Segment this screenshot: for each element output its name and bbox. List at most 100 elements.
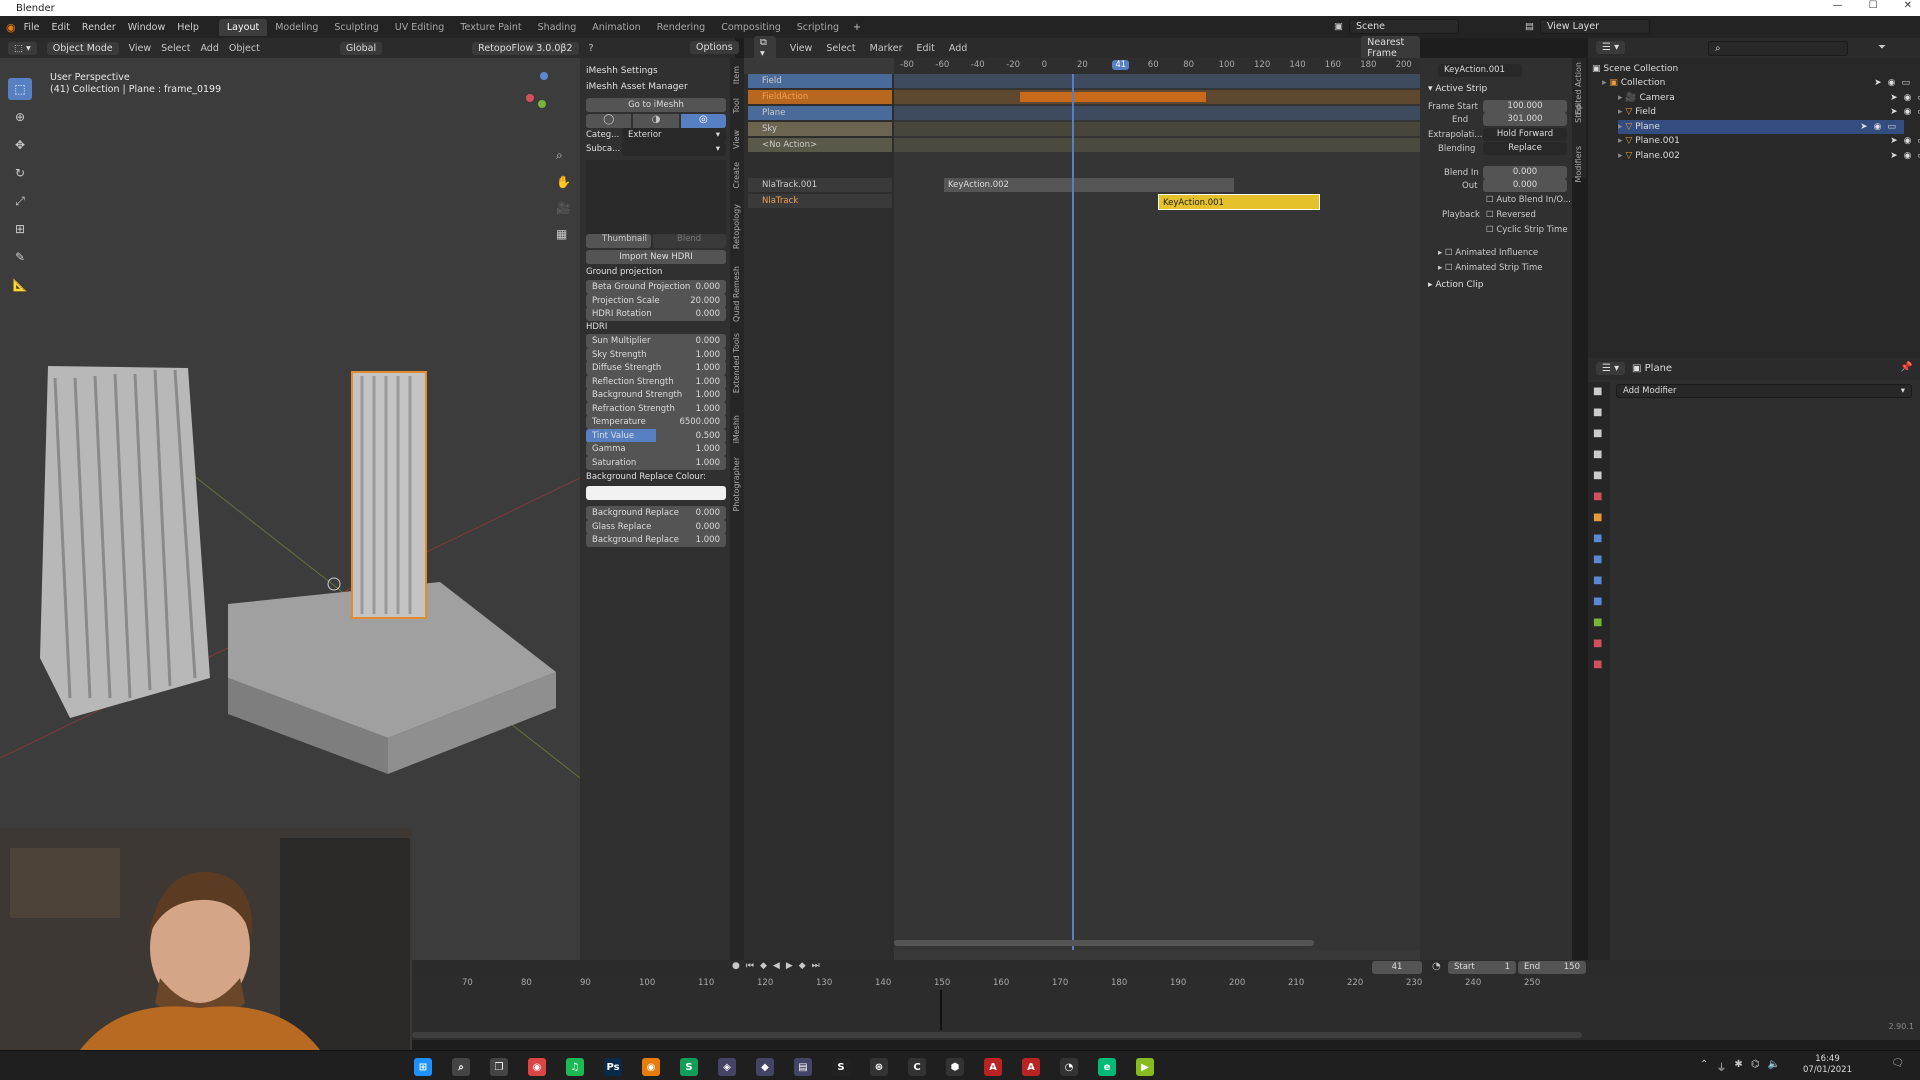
field-background-strength[interactable]: Background Strength 1.000 (586, 388, 726, 402)
thumbnail-tab[interactable]: Thumbnail (586, 234, 651, 248)
workspace-tab-modeling[interactable]: Modeling (267, 19, 326, 36)
nla-sidebar-tab-strip[interactable]: Strip (1574, 104, 1583, 123)
jump-start-icon[interactable]: ⏮ (746, 961, 754, 971)
field-diffuse-strength[interactable]: Diffuse Strength 1.000 (586, 361, 726, 375)
zoom-icon[interactable]: ⌕ (556, 148, 571, 163)
select-arrow-icon[interactable]: ➤ (1890, 136, 1898, 146)
select-box-icon[interactable]: ⬚ (8, 78, 32, 100)
field-background-replace[interactable]: Background Replace 1.000 (586, 533, 726, 547)
nla-menu-view[interactable]: View (790, 43, 813, 54)
goto-imeshh-button[interactable]: Go to iMeshh (586, 98, 726, 112)
maximize-icon[interactable]: ☐ (1869, 0, 1878, 11)
workspace-tab-compositing[interactable]: Compositing (713, 19, 789, 36)
annotate-icon[interactable]: ✎ (8, 246, 32, 268)
select-arrow-icon[interactable]: ➤ (1890, 107, 1898, 117)
outliner-item-plane[interactable]: ▸ ▽ Plane ➤ ◉ ▭ (1618, 119, 1904, 134)
render-icon[interactable]: ■ (1593, 407, 1602, 418)
field-reflection-strength[interactable]: Reflection Strength 1.000 (586, 374, 726, 389)
sidebar-tab-view[interactable]: View (732, 130, 741, 149)
measure-icon[interactable]: 📐 (8, 274, 32, 296)
tray-bluetooth-icon[interactable]: ✱ (1734, 1059, 1742, 1074)
clock-icon[interactable]: ◔ (1432, 961, 1441, 972)
field-gamma[interactable]: Gamma 1.000 (586, 442, 726, 456)
current-frame-field[interactable]: 41 (1372, 961, 1422, 974)
nla-track-nlatrack-001[interactable]: NlaTrack.001 (748, 178, 892, 192)
nla-frame-ruler[interactable]: -80 -60 -40 -20 0 20 41 60 80 100 120 140 160 180 200 (894, 58, 1420, 74)
eye-icon[interactable]: ◉ (1904, 107, 1912, 117)
app-icon[interactable]: ◆ (756, 1058, 774, 1076)
app-icon[interactable]: ▤ (794, 1058, 812, 1076)
tray-usb-icon[interactable]: ⏚ (1716, 1059, 1726, 1074)
cyclic-checkbox[interactable]: ☐ Cyclic Strip Time (1486, 225, 1568, 235)
transform-orientation[interactable]: Global (339, 41, 383, 55)
start-frame-field[interactable]: Start 1 (1448, 961, 1516, 974)
frame-start-field[interactable]: 100.000 (1483, 100, 1567, 113)
blend-out-field[interactable]: 0.000 (1483, 179, 1567, 192)
imeshh-settings-header[interactable]: iMeshh Settings (586, 66, 658, 76)
outliner-item-plane-002[interactable]: ▸ ▽ Plane.002➤◉▭ (1618, 149, 1920, 163)
sidebar-tab-retopology[interactable]: Retopology (732, 204, 741, 249)
select-arrow-icon[interactable]: ➤ (1874, 78, 1882, 88)
reversed-checkbox[interactable]: ☐ Reversed (1486, 210, 1536, 220)
app-icon[interactable]: ⊛ (870, 1058, 888, 1076)
app-icon[interactable]: ▶ (1136, 1058, 1154, 1076)
app-icon[interactable]: ⬢ (946, 1058, 964, 1076)
field-sun-multiplier[interactable]: Sun Multiplier 0.000 (586, 334, 726, 348)
blend-tab[interactable]: Blend (653, 234, 726, 248)
output-icon[interactable]: ■ (1593, 428, 1602, 439)
menu-render[interactable]: Render (82, 22, 116, 33)
notification-icon[interactable]: 🗨 (1891, 1058, 1904, 1069)
expand-chevron-icon[interactable]: ▸ (1618, 93, 1625, 103)
strip-keyaction-001[interactable]: KeyAction.001 (1158, 194, 1320, 210)
asset-type-material-icon[interactable]: ◑ (633, 114, 679, 128)
task-view-icon[interactable]: ❐ (490, 1058, 508, 1076)
next-keyframe-icon[interactable]: ◆ (799, 961, 806, 971)
strip-keyaction-002[interactable]: KeyAction.002 (944, 178, 1234, 192)
asset-type-hdri-icon[interactable]: ◎ (680, 114, 726, 128)
eye-icon[interactable]: ◉ (1904, 151, 1912, 161)
object-icon[interactable]: ■ (1593, 512, 1602, 523)
jump-end-icon[interactable]: ⏭ (812, 961, 820, 971)
nla-track-sky[interactable]: Sky (748, 122, 892, 136)
editor-type-button[interactable]: ⬚ ▾ (8, 41, 37, 55)
action-name-field[interactable]: KeyAction.001 (1438, 64, 1522, 77)
expand-chevron-icon[interactable]: ▸ (1618, 151, 1625, 161)
tool-icon[interactable]: ■ (1593, 386, 1602, 397)
timeline-editor[interactable]: ● ⏮ ◆ ◀ ▶ ◆ ⏭ 41 ◔ Start 1 End 150 70 80 90 1… (412, 960, 1920, 1040)
view-layer-icon[interactable]: ■ (1593, 449, 1602, 460)
outliner-item-field[interactable]: ▸ ▽ Field➤◉▭ (1618, 105, 1920, 119)
properties-editor-type[interactable]: ☰ ▾ (1596, 362, 1626, 375)
nla-editor-type-button[interactable]: ⧉ ▾ (754, 36, 776, 60)
prev-keyframe-icon[interactable]: ◆ (760, 961, 767, 971)
tray-chevron-icon[interactable]: ⌃ (1700, 1059, 1708, 1074)
properties-editor[interactable]: ☰ ▾ ▣ Plane 📌 ■ ■ ■ ■ ■ ■ ■ ■ ■ ■ ■ ■ ■ ■ Add Modifie… (1588, 358, 1920, 960)
eye-icon[interactable]: ◉ (1904, 136, 1912, 146)
material-icon[interactable]: ■ (1593, 638, 1602, 649)
nla-menu-edit[interactable]: Edit (916, 43, 934, 54)
windows-start-icon[interactable]: ⊞ (414, 1058, 432, 1076)
move-icon[interactable]: ✥ (8, 134, 32, 156)
eye-icon[interactable]: ◉ (1888, 78, 1896, 88)
subcategory-dropdown[interactable]: ▾ (622, 142, 726, 156)
blending-dropdown[interactable]: Replace (1483, 142, 1567, 155)
app-icon[interactable]: C (908, 1058, 926, 1076)
sidebar-tab-imeshh[interactable]: iMeshh (732, 415, 741, 443)
filter-icon[interactable]: ⏷ (1878, 42, 1886, 53)
outliner-item-collection[interactable]: ▸ ▣ Collection ➤ ◉ ▭ (1602, 76, 1918, 90)
nla-track-field[interactable]: Field (748, 74, 892, 88)
imeshh-asset-manager-header[interactable]: iMeshh Asset Manager (586, 82, 688, 92)
outliner-item-plane-001[interactable]: ▸ ▽ Plane.001➤◉▭ (1618, 134, 1920, 148)
play-icon[interactable]: ▶ (786, 961, 793, 971)
camera-view-icon[interactable]: 🎥 (556, 201, 571, 215)
scene-icon[interactable]: ■ (1593, 470, 1602, 481)
snap-mode-dropdown[interactable]: Nearest Frame (1361, 36, 1420, 60)
timeline-scrollbar[interactable] (412, 1032, 1582, 1038)
texture-icon[interactable]: ■ (1593, 659, 1602, 670)
constraints-icon[interactable]: ■ (1593, 596, 1602, 607)
expand-chevron-icon[interactable]: ▸ (1618, 107, 1625, 117)
spotify-icon[interactable]: ♫ (566, 1058, 584, 1076)
asset-type-model-icon[interactable]: ◯ (586, 114, 632, 128)
end-field[interactable]: 301.000 (1483, 113, 1567, 126)
workspace-tab-uv-editing[interactable]: UV Editing (387, 19, 453, 36)
scene-selector[interactable]: Scene (1349, 19, 1460, 34)
